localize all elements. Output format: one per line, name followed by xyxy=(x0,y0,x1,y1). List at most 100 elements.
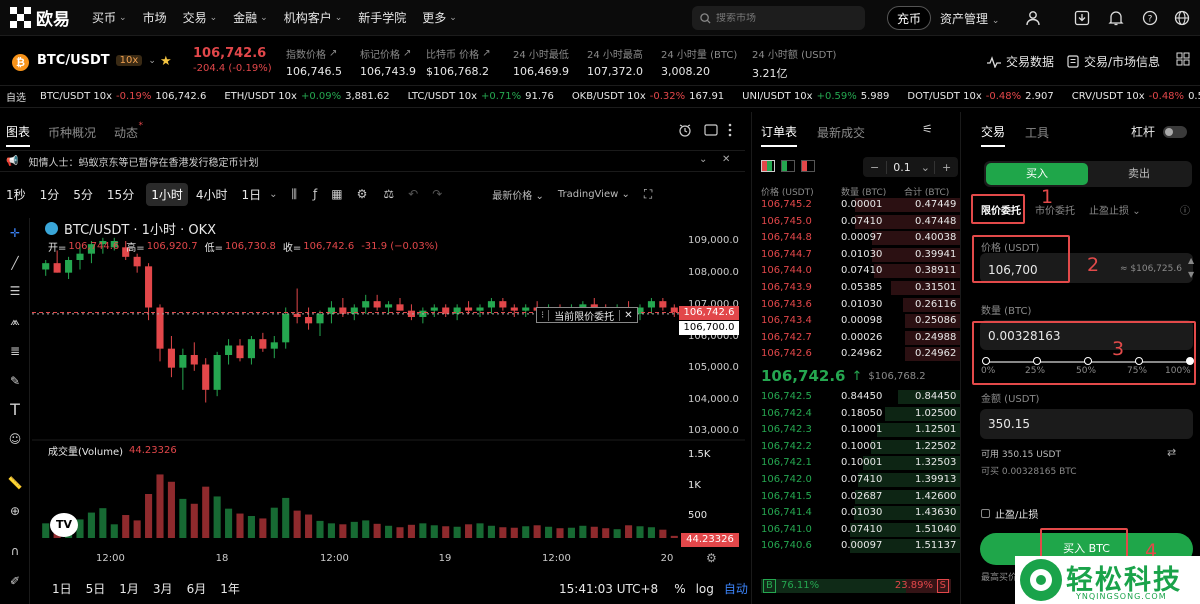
ask-row[interactable]: 106,744.0 0.07410 0.38911 xyxy=(752,263,960,280)
tab-latest-trades[interactable]: 最新成交 xyxy=(817,124,865,146)
buy-tab-button[interactable]: 买入 xyxy=(986,163,1088,185)
interval-1m[interactable]: 1分 xyxy=(40,186,60,203)
tpsl-checkbox-row[interactable]: 止盈/止损 xyxy=(981,506,1038,521)
brand-logo[interactable]: 欧易 xyxy=(10,5,70,30)
pattern-icon[interactable]: ⩕ xyxy=(6,312,24,330)
ask-row[interactable]: 106,745.0 0.07410 0.47448 xyxy=(752,214,960,231)
search-box[interactable] xyxy=(692,6,865,30)
bid-row[interactable]: 106,742.5 0.84450 0.84450 xyxy=(752,389,960,406)
globe-icon[interactable] xyxy=(1172,8,1192,28)
view-both-icon[interactable] xyxy=(761,160,775,172)
nav-buy-crypto[interactable]: 买币 ⌄ xyxy=(92,9,127,26)
price-type-select[interactable]: 最新价格 ⌄ xyxy=(492,187,544,202)
watchlist-item[interactable]: UNI/USDT 10x +0.59% 5.989 xyxy=(742,91,889,102)
percent-toggle[interactable]: % xyxy=(674,582,685,596)
watchlist-item[interactable]: ETH/USDT 10x +0.09% 3,881.62 xyxy=(224,91,389,102)
bid-row[interactable]: 106,741.4 0.01030 1.43630 xyxy=(752,505,960,522)
ruler-icon[interactable]: 📏 xyxy=(6,474,24,492)
balance-scale-icon[interactable]: ⚖ xyxy=(383,187,394,201)
window-icon[interactable] xyxy=(704,124,718,139)
nav-trade[interactable]: 交易 ⌄ xyxy=(183,9,218,26)
search-input[interactable] xyxy=(716,12,856,24)
tab-chart[interactable]: 图表 xyxy=(6,123,31,147)
zoom-in-icon[interactable]: ⊕ xyxy=(6,502,24,520)
layout-grid-icon[interactable] xyxy=(1176,52,1190,69)
range-1y[interactable]: 1年 xyxy=(220,580,240,597)
nav-more[interactable]: 更多 ⌄ xyxy=(422,9,457,26)
crosshair-icon[interactable]: ✛ xyxy=(6,224,24,242)
view-asks-icon[interactable] xyxy=(801,160,815,172)
emoji-icon[interactable]: ☺ xyxy=(6,430,24,448)
auto-toggle[interactable]: 自动 xyxy=(724,580,748,597)
ask-row[interactable]: 106,743.9 0.05385 0.31501 xyxy=(752,280,960,297)
asset-management-menu[interactable]: 资产管理 ⌄ xyxy=(940,10,999,27)
limit-order-label[interactable]: ⁝ 当前限价委托 ✕ xyxy=(536,307,638,323)
order-type-tpsl[interactable]: 止盈止损 ⌄ xyxy=(1089,202,1141,217)
trade-data-link[interactable]: 交易数据 xyxy=(987,53,1054,70)
watchlist-item[interactable]: DOT/USDT 10x -0.48% 2.907 xyxy=(907,91,1053,102)
tab-tools[interactable]: 工具 xyxy=(1025,124,1049,146)
help-icon[interactable]: ? xyxy=(1140,8,1160,28)
ask-row[interactable]: 106,743.4 0.00098 0.25086 xyxy=(752,313,960,330)
tradingview-select[interactable]: TradingView ⌄ xyxy=(558,189,630,200)
undo-icon[interactable]: ↶ xyxy=(408,187,418,201)
nav-market[interactable]: 市场 xyxy=(143,9,167,26)
indicators-icon[interactable]: ƒ xyxy=(313,187,317,201)
ask-row[interactable]: 106,742.7 0.00026 0.24988 xyxy=(752,330,960,347)
user-icon[interactable] xyxy=(1023,8,1043,28)
ask-row[interactable]: 106,745.2 0.00001 0.47449 xyxy=(752,197,960,214)
ask-row[interactable]: 106,743.6 0.01030 0.26116 xyxy=(752,297,960,314)
range-3m[interactable]: 3月 xyxy=(153,580,173,597)
favorite-star-icon[interactable]: ★ xyxy=(160,54,172,69)
tab-coin-overview[interactable]: 币种概况 xyxy=(48,124,96,146)
nav-academy[interactable]: 新手学院 xyxy=(358,9,406,26)
more-vertical-icon[interactable] xyxy=(728,123,732,140)
transfer-icon[interactable]: ⇄ xyxy=(1167,446,1176,459)
text-tool-icon[interactable]: T xyxy=(6,400,24,419)
market-info-link[interactable]: 交易/市场信息 xyxy=(1067,53,1160,70)
sell-tab-button[interactable]: 卖出 xyxy=(1088,163,1190,185)
precision-select[interactable]: − 0.1 ⌄ + xyxy=(863,157,959,177)
watchlist-item[interactable]: OKB/USDT 10x -0.32% 167.91 xyxy=(572,91,724,102)
watchlist-item[interactable]: CRV/USDT 10x-0.48%0.5215 xyxy=(1072,91,1200,102)
bid-row[interactable]: 106,742.0 0.07410 1.39913 xyxy=(752,472,960,489)
bid-row[interactable]: 106,741.5 0.02687 1.42600 xyxy=(752,489,960,506)
interval-1d[interactable]: 1日 xyxy=(241,186,261,203)
ask-row[interactable]: 106,744.7 0.01030 0.39941 xyxy=(752,247,960,264)
chevron-down-icon[interactable]: ⌄ xyxy=(269,189,277,200)
ask-row[interactable]: 106,742.6 0.24962 0.24962 xyxy=(752,346,960,363)
bid-row[interactable]: 106,742.3 0.10001 1.12501 xyxy=(752,422,960,439)
settings-gear-icon[interactable]: ⚙ xyxy=(357,187,368,201)
log-toggle[interactable]: log xyxy=(696,582,714,596)
tab-trade[interactable]: 交易 xyxy=(981,123,1006,147)
amount-input[interactable]: 350.15 xyxy=(980,409,1193,439)
bell-icon[interactable] xyxy=(1106,8,1126,28)
horizontal-lines-icon[interactable]: ☰ xyxy=(6,282,24,300)
range-1m[interactable]: 1月 xyxy=(119,580,139,597)
close-icon[interactable]: ✕ xyxy=(722,154,730,165)
watchlist-item[interactable]: LTC/USDT 10x +0.71% 91.76 xyxy=(408,91,554,102)
watchlist-item[interactable]: BTC/USDT 10x -0.19% 106,742.6 xyxy=(40,91,206,102)
interval-1s[interactable]: 1秒 xyxy=(6,186,26,203)
pair-selector[interactable]: BTC/USDT 10x ⌄ xyxy=(37,53,156,68)
info-icon[interactable]: ⓘ xyxy=(1180,202,1190,217)
template-icon[interactable]: ▦ xyxy=(331,187,342,201)
tab-news[interactable]: 动态 * xyxy=(114,121,143,146)
bid-row[interactable]: 106,741.0 0.07410 1.51040 xyxy=(752,522,960,539)
fullscreen-icon[interactable]: ⛶ xyxy=(644,187,652,202)
chevron-down-icon[interactable]: ⌄ xyxy=(699,154,707,165)
bid-row[interactable]: 106,740.6 0.00097 1.51137 xyxy=(752,538,960,555)
candle-type-icon[interactable]: ⫼ xyxy=(292,187,298,202)
tab-orderbook[interactable]: 订单表 xyxy=(761,123,798,147)
sliders-icon[interactable]: ⚟ xyxy=(922,122,933,136)
deposit-button[interactable]: 充币 xyxy=(887,6,931,30)
notice-bar[interactable]: 📢 知情人士：蚂蚁京东等已暂停在香港发行稳定币计划 ⌄ ✕ xyxy=(0,150,745,172)
leverage-toggle[interactable] xyxy=(1163,125,1188,138)
brush-icon[interactable]: ✎ xyxy=(6,372,24,390)
fib-icon[interactable]: ≣ xyxy=(6,342,24,360)
range-6m[interactable]: 6月 xyxy=(187,580,207,597)
interval-5m[interactable]: 5分 xyxy=(73,186,93,203)
interval-15m[interactable]: 15分 xyxy=(107,186,134,203)
magnet-icon[interactable]: ∩ xyxy=(6,542,24,560)
redo-icon[interactable]: ↷ xyxy=(432,187,442,201)
